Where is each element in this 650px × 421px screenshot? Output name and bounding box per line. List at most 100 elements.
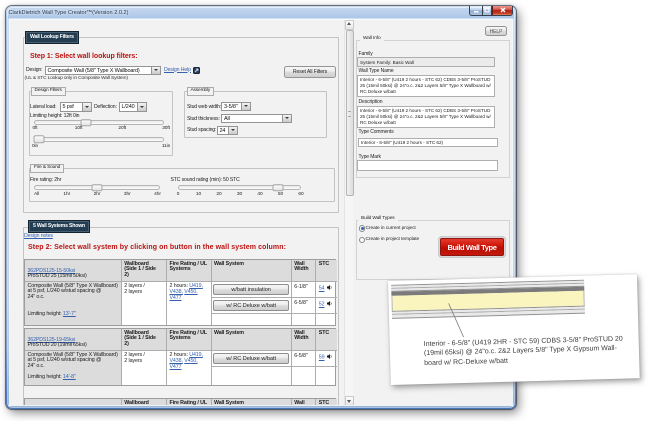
family-label: Family	[359, 51, 373, 57]
wall-preview-callout: Interior - 6-5/8" (U419 2HR - STC 59) CD…	[388, 274, 640, 385]
lateral-load-label: Lateral load:	[30, 104, 56, 110]
deflection-select[interactable]: L/240	[119, 102, 147, 112]
build-wall-type-button[interactable]: Build Wall Type	[440, 238, 504, 256]
close-button[interactable]	[492, 6, 513, 16]
stud-spacing-select[interactable]: 24	[217, 126, 239, 136]
height-inch-slider[interactable]	[34, 134, 164, 145]
ul-system-link[interactable]: V477	[170, 364, 182, 370]
header-cell-text: Fire Rating / UL Systems	[170, 262, 209, 273]
stc-link[interactable]: 52	[319, 302, 325, 308]
width-cell: 6-5/8"	[292, 351, 317, 367]
tick-label: 30	[237, 192, 242, 197]
wallboard-cell: 2 layers / 2 layers	[122, 351, 167, 385]
stud-description-cell: Composite Wall (5/8" Type X Wallboard) a…	[25, 282, 122, 325]
vertical-scrollbar[interactable]	[344, 20, 353, 405]
stc-link[interactable]: 59	[319, 355, 325, 361]
family-field[interactable]: System Family: Basic Wall	[357, 57, 495, 67]
tick-label: All	[34, 192, 39, 197]
stud-web-width-label: Stud web width:	[187, 104, 221, 110]
assembly-title: Assembly	[187, 87, 215, 96]
limiting-height-link[interactable]: 14'-8"	[63, 374, 76, 380]
width-header-cell: Wall Width	[292, 260, 317, 282]
arrow-glyph	[85, 106, 89, 108]
cell-text: 59	[319, 354, 335, 361]
slider-track[interactable]	[34, 137, 164, 142]
header-cell-text: Wallboard (Side 1 / Side 2)	[124, 331, 164, 347]
wallboard-header-cell: Wallboard (Side 1 / Side 2)	[122, 329, 167, 351]
dropdown-arrow-icon[interactable]	[228, 127, 237, 135]
stud-spacing-label: Stud spacing:	[187, 127, 216, 133]
cell-text: 6-5/8"	[294, 301, 313, 306]
dropdown-arrow-icon[interactable]	[282, 115, 291, 123]
wall-system-button[interactable]: w/ RC Deluxe w/batt	[213, 353, 289, 364]
help-button[interactable]: HELP	[485, 26, 507, 36]
width-header-cell: Wall Width	[292, 399, 317, 405]
fire-header-cell: Fire Rating / UL Systems	[167, 399, 212, 405]
lateral-load-select[interactable]: 5 psf	[60, 102, 92, 112]
limiting-height-link[interactable]: 13'-7"	[63, 311, 76, 317]
type-mark-field[interactable]	[357, 160, 498, 172]
ul-system-link[interactable]: V477	[170, 295, 182, 301]
header-cell-text: Wallboard (Side 1 / Side 2)	[124, 262, 164, 278]
minimize-button[interactable]	[469, 6, 482, 16]
slider-thumb[interactable]	[92, 184, 103, 192]
stc-header-cell: STC	[316, 399, 337, 405]
dropdown-arrow-icon[interactable]	[137, 103, 146, 111]
description-field[interactable]: Interior - 6-5/8" (U419 2 hours - STC 62…	[357, 106, 495, 129]
dropdown-arrow-icon[interactable]	[151, 67, 160, 75]
tick-label: 0ft	[32, 126, 37, 131]
system-header-cell: Wall System	[212, 329, 292, 351]
header-cell-text: Wall Width	[294, 262, 313, 273]
cell-text: 52	[319, 301, 335, 308]
wall-type-name-field[interactable]: Interior - 6-5/8" (U419 2 hours - STC 62…	[357, 75, 495, 98]
tick-label: 0	[177, 192, 180, 197]
dropdown-arrow-icon[interactable]	[241, 103, 250, 111]
stc-link[interactable]: 54	[319, 286, 325, 292]
reset-all-filters-button[interactable]: Reset All Filters	[284, 66, 336, 78]
design-notes-link[interactable]: Design notes	[24, 233, 53, 239]
slider-thumb[interactable]	[34, 135, 45, 143]
slider-thumb[interactable]	[273, 184, 284, 192]
arrow-glyph	[285, 117, 289, 119]
ul-system-link[interactable]: V450,	[184, 358, 197, 364]
design-help-link[interactable]: Design Help	[164, 67, 191, 73]
window-title: ClarkDietrich Wall Type Creator™(Version…	[9, 10, 129, 16]
tick-label: 1hr	[63, 192, 70, 197]
wall-system-button[interactable]: w/ RC Deluxe w/batt	[213, 300, 289, 311]
description-label: Description	[359, 99, 383, 105]
ul-system-link[interactable]: V450,	[184, 289, 197, 295]
system-cell: w/batt insulation	[212, 282, 292, 298]
wall-system-table: 362PDS125-15-50ksiProSTUD 25 (15mil 50ks…	[24, 259, 336, 326]
fire-header-cell: Fire Rating / UL Systems	[167, 329, 212, 351]
header-cell-text: Wallboard (Side 1 / Side 2)	[124, 401, 164, 405]
design-help-icon[interactable]	[193, 67, 200, 74]
stc-header-cell: STC	[316, 260, 337, 282]
slider-track[interactable]	[34, 120, 164, 125]
cell-text: 6-1/8"	[294, 285, 313, 290]
title-bar[interactable]: ClarkDietrich Wall Type Creator™(Version…	[6, 6, 516, 20]
maximize-button[interactable]	[482, 6, 493, 16]
stud-thickness-select[interactable]: All	[221, 114, 292, 124]
stud-description-cell: Composite Wall (5/8" Type X Wallboard) a…	[25, 351, 122, 385]
create-project-template-radio[interactable]	[359, 237, 366, 244]
header-cell-text: STC	[319, 262, 335, 267]
scroll-up-icon	[347, 22, 351, 25]
design-select-value: Composite Wall (5/8" Type X Wallboard)	[46, 67, 150, 75]
create-current-project-radio[interactable]	[359, 225, 366, 232]
fire-rating-cell: 2 hours: U419, V438, V450, V477	[167, 351, 212, 385]
speaker-icon	[327, 285, 332, 290]
cell-text: 2 hours: U419, V438, V450, V477	[170, 284, 209, 301]
design-select[interactable]: Composite Wall (5/8" Type X Wallboard)	[45, 66, 161, 76]
dropdown-arrow-icon[interactable]	[82, 103, 91, 111]
height-feet-slider[interactable]	[34, 117, 164, 128]
arrow-glyph	[140, 106, 144, 108]
header-cell-text: Fire Rating / UL Systems	[170, 331, 209, 342]
width-header-cell: Wall Width	[292, 329, 317, 351]
stud-web-width-select[interactable]: 3-5/8"	[221, 102, 251, 112]
cell-text: 6-5/8"	[294, 354, 313, 359]
deflection-label: Deflection:	[94, 104, 117, 110]
wall-system-button[interactable]: w/batt insulation	[213, 284, 289, 295]
type-comments-field[interactable]: Interior - 6-5/8" (U419 2 hours - STC 62…	[358, 138, 498, 147]
cell-text: 362PDS125-15-50ksiProSTUD 25 (15mil 50ks…	[28, 269, 119, 280]
stc-cell: 59	[316, 351, 337, 367]
